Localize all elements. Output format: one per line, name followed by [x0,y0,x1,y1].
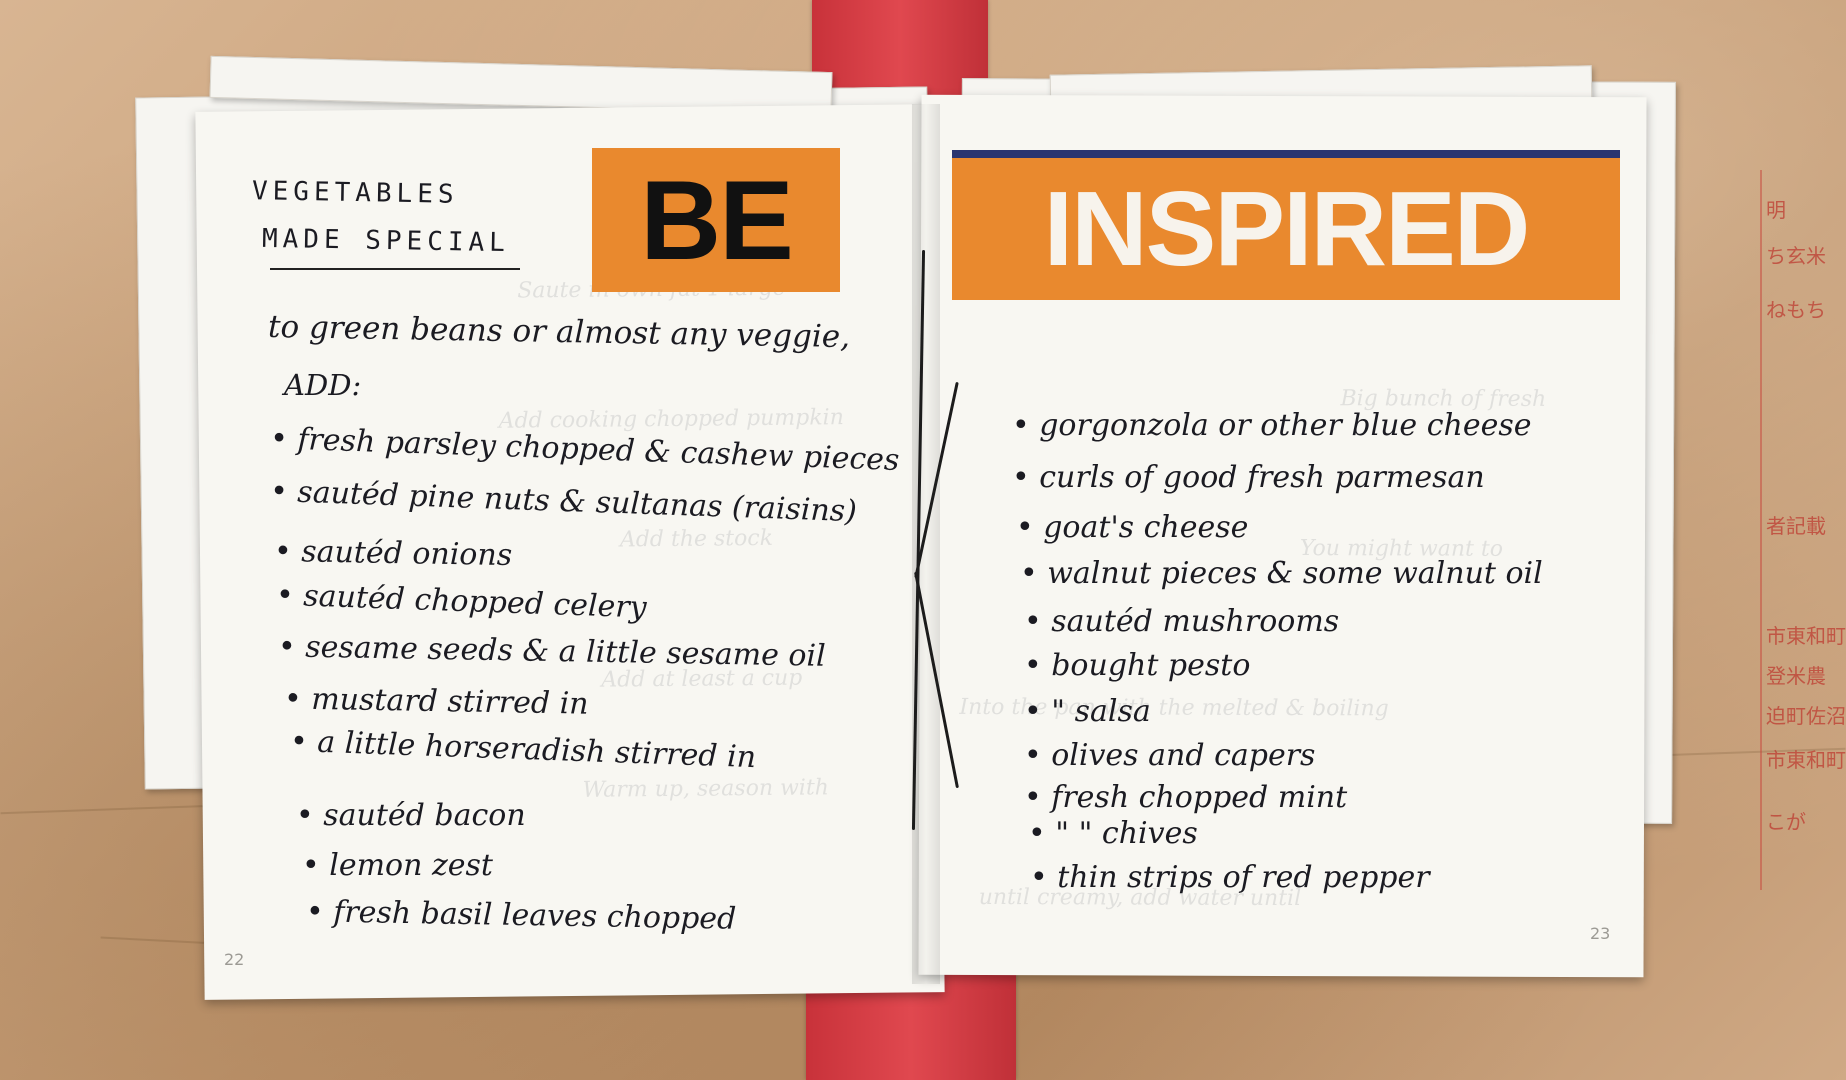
list-item: • goat's cheese [1016,510,1249,545]
list-item: • fresh basil leaves chopped [305,894,737,937]
list-item: • mustard stirred in [283,681,589,722]
page-number-left: 22 [224,950,245,969]
be-banner: BE [592,148,840,292]
list-item: • sautéd onions [273,533,513,574]
list-item: • bought pesto [1024,648,1251,683]
stamp-line: 迫町佐沼 [1766,704,1846,728]
stamp-line: 市東和町 [1766,748,1846,772]
list-item: • sautéd bacon [296,798,526,833]
list-item: • lemon zest [302,848,493,883]
list-item: • gorgonzola or other blue cheese [1012,408,1532,443]
stamp-line: こが [1766,810,1806,834]
stamp-line: 者記載 [1766,514,1826,538]
stamp-line: 登米農 [1766,664,1826,688]
red-stamp-text: 明 ち玄米 ねもち 者記載 市東和町 登米農 迫町佐沼 市東和町 こが [1760,170,1846,890]
list-item: • curls of good fresh parmesan [1012,460,1485,495]
stamp-line: ねもち [1766,298,1826,322]
stamp-line: 明 [1766,198,1786,222]
list-item: • olives and capers [1024,738,1316,773]
list-item: • sautéd mushrooms [1024,604,1340,639]
intro-add: ADD: [284,368,362,402]
stamp-line: 市東和町 [1766,624,1846,648]
list-item: • " salsa [1024,694,1151,729]
list-item: • " " chives [1028,816,1198,851]
heading-underline [270,268,520,270]
page-number-right: 23 [1590,924,1611,943]
inspired-banner: INSPIRED [952,150,1620,300]
list-item: • walnut pieces & some walnut oil [1020,556,1543,591]
heading-line-2: MADE SPECIAL [261,223,511,259]
heading-line-1: VEGETABLES [251,176,459,210]
list-item: • fresh chopped mint [1024,780,1348,815]
stamp-line: ち玄米 [1766,244,1826,268]
list-item: • thin strips of red pepper [1030,860,1430,895]
